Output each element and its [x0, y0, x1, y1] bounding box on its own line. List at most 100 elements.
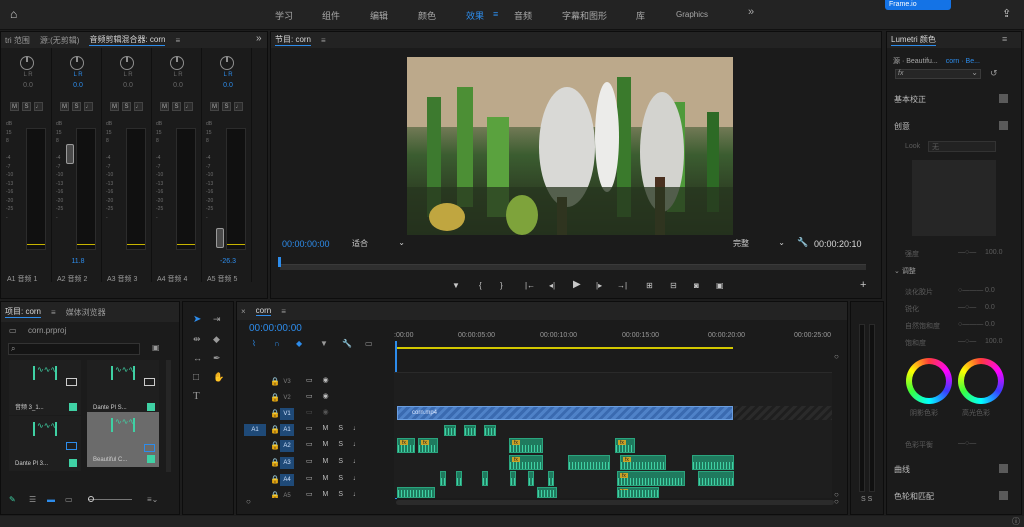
track-name[interactable]: V1 — [280, 408, 294, 420]
project-item[interactable]: Dante Pl S... — [87, 360, 159, 415]
track-name[interactable]: A4 — [280, 474, 294, 486]
extract-icon[interactable]: ⊟ — [670, 281, 677, 290]
track-name[interactable]: A1 — [280, 424, 294, 436]
project-item[interactable]: 音频 3_1... — [9, 360, 81, 415]
quality-dropdown[interactable]: 完整 ⌄ — [733, 238, 787, 250]
record-icon[interactable]: ♩ — [84, 102, 93, 111]
label-color-badge[interactable] — [69, 459, 77, 467]
solo-labels[interactable]: S S — [861, 496, 872, 503]
intensity-value[interactable]: 100.0 — [985, 249, 1003, 256]
step-back-icon[interactable]: ◂| — [549, 281, 555, 290]
ws-menu-icon[interactable]: ≡ — [493, 9, 498, 19]
panel-menu-icon[interactable]: ≡ — [175, 36, 180, 45]
hand-tool-icon[interactable]: ✋ — [213, 372, 224, 383]
reset-icon[interactable]: ↺ — [990, 68, 998, 79]
param-value[interactable]: 0.0 — [985, 321, 995, 328]
lumetri-title[interactable]: Lumetri 颜色 — [891, 34, 936, 46]
audio-clip[interactable]: fx — [615, 438, 635, 453]
project-item-selected[interactable]: Beautiful C... — [87, 412, 159, 467]
video-clip[interactable]: corn.mp4 — [397, 406, 733, 420]
ws-tab-color[interactable]: 颜色 — [418, 9, 436, 22]
snap-icon[interactable]: ⌇ — [252, 339, 256, 348]
program-title[interactable]: 节目: corn — [275, 34, 312, 46]
export-frame-icon[interactable]: ◙ — [694, 281, 699, 290]
enable-checkbox[interactable] — [999, 464, 1008, 473]
track-name[interactable]: V3 — [280, 376, 294, 388]
enable-checkbox[interactable] — [999, 121, 1008, 130]
lock-icon[interactable]: 🔒 — [270, 458, 280, 467]
linked-selection-icon[interactable]: ∩ — [274, 339, 280, 348]
audio-clip[interactable] — [698, 471, 734, 486]
lock-icon[interactable]: 🔒 — [270, 393, 280, 402]
track-controls[interactable]: ▭ M S ♩ — [306, 474, 360, 482]
param-value[interactable]: 0.0 — [985, 287, 995, 294]
fader-value[interactable]: -26.3 — [204, 258, 252, 265]
audio-clip[interactable] — [692, 455, 734, 470]
section-basic-correction[interactable]: 基本校正 — [894, 94, 1008, 105]
solo-button[interactable]: S — [172, 102, 181, 111]
audio-clip[interactable]: fx — [617, 487, 659, 498]
audio-clip[interactable]: fx — [418, 438, 438, 453]
audio-clip[interactable] — [484, 425, 496, 436]
home-icon[interactable]: ⌂ — [10, 7, 17, 21]
panel-menu-icon[interactable]: ≡ — [51, 308, 56, 317]
button-editor-icon[interactable]: + — [860, 279, 866, 291]
solo-button[interactable]: S — [22, 102, 31, 111]
timeline-timecode[interactable]: 00:00:00:00 — [249, 323, 302, 334]
ws-tab-libraries[interactable]: 库 — [636, 9, 645, 22]
close-icon[interactable]: × — [241, 307, 246, 316]
pan-value[interactable]: 0.0 — [154, 82, 202, 89]
enable-checkbox[interactable] — [999, 94, 1008, 103]
adjust-header[interactable]: ⌄ 调整 — [894, 266, 1008, 276]
ws-tab-effects[interactable]: 效果 — [466, 9, 484, 22]
project-search-input[interactable]: ⌕ — [8, 343, 140, 355]
lock-icon[interactable]: 🔒 — [270, 475, 280, 484]
record-icon[interactable]: ♩ — [184, 102, 193, 111]
param-slider[interactable]: ○——— — [958, 287, 983, 294]
volume-fader[interactable] — [216, 228, 224, 248]
record-icon[interactable]: ♩ — [134, 102, 143, 111]
panel-menu-icon[interactable]: ≡ — [1002, 34, 1007, 44]
audio-clip[interactable]: fx — [509, 438, 543, 453]
track-name[interactable]: A2 — [280, 440, 294, 452]
comparison-view-icon[interactable]: ▣ — [716, 281, 724, 290]
track-controls[interactable]: ▭ ◉ — [306, 376, 329, 384]
list-view-icon[interactable]: ☰ — [29, 495, 36, 504]
tab-scopes[interactable]: tri 范围 — [5, 35, 30, 46]
pencil-icon[interactable]: ✎ — [9, 495, 16, 504]
highlight-tint-wheel[interactable] — [958, 358, 1004, 404]
add-marker-icon[interactable]: ▼ — [452, 281, 460, 290]
panel-menu-icon[interactable]: ≡ — [321, 36, 326, 45]
pan-knob[interactable] — [120, 56, 134, 70]
ws-tab-graphics[interactable]: Graphics — [676, 10, 708, 19]
go-to-out-icon[interactable]: →| — [617, 281, 627, 290]
scroll-handle-icon[interactable]: ○ — [834, 497, 839, 506]
lock-icon[interactable]: 🔒 — [270, 441, 280, 450]
pan-knob[interactable] — [70, 56, 84, 70]
audio-clip[interactable] — [537, 487, 557, 498]
track-controls[interactable]: ▭ ◉ — [306, 408, 329, 416]
mute-button[interactable]: M — [110, 102, 119, 111]
ws-tab-audio[interactable]: 音频 — [514, 9, 532, 22]
video-preview[interactable] — [407, 57, 733, 235]
audio-clip[interactable] — [444, 425, 456, 436]
zoom-slider[interactable] — [88, 496, 132, 502]
param-slider[interactable]: ○——— — [958, 321, 983, 328]
label-color-badge[interactable] — [69, 403, 77, 411]
step-forward-icon[interactable]: |▸ — [596, 281, 602, 290]
audio-clip[interactable]: fx — [509, 455, 543, 470]
mark-out-icon[interactable]: } — [500, 281, 503, 290]
captions-icon[interactable]: ▭ — [365, 339, 373, 348]
tint-balance-slider[interactable]: —○— — [958, 440, 976, 447]
lock-icon[interactable]: 🔒 — [270, 377, 280, 386]
project-item[interactable]: Dante Pl 3... — [9, 416, 81, 471]
audio-clip[interactable] — [510, 471, 516, 486]
track-name[interactable]: A3 — [280, 457, 294, 469]
freeform-view-icon[interactable]: ▭ — [65, 495, 73, 504]
solo-button[interactable]: S — [122, 102, 131, 111]
lumetri-source[interactable]: 源 · Beautifu... corn · Be... — [893, 56, 980, 66]
pan-value[interactable]: 0.0 — [204, 82, 252, 89]
track-select-tool-icon[interactable]: ⇥ — [213, 314, 221, 325]
timeline-horizontal-scrollbar[interactable] — [396, 500, 834, 505]
sequence-tab[interactable]: corn — [255, 306, 272, 316]
